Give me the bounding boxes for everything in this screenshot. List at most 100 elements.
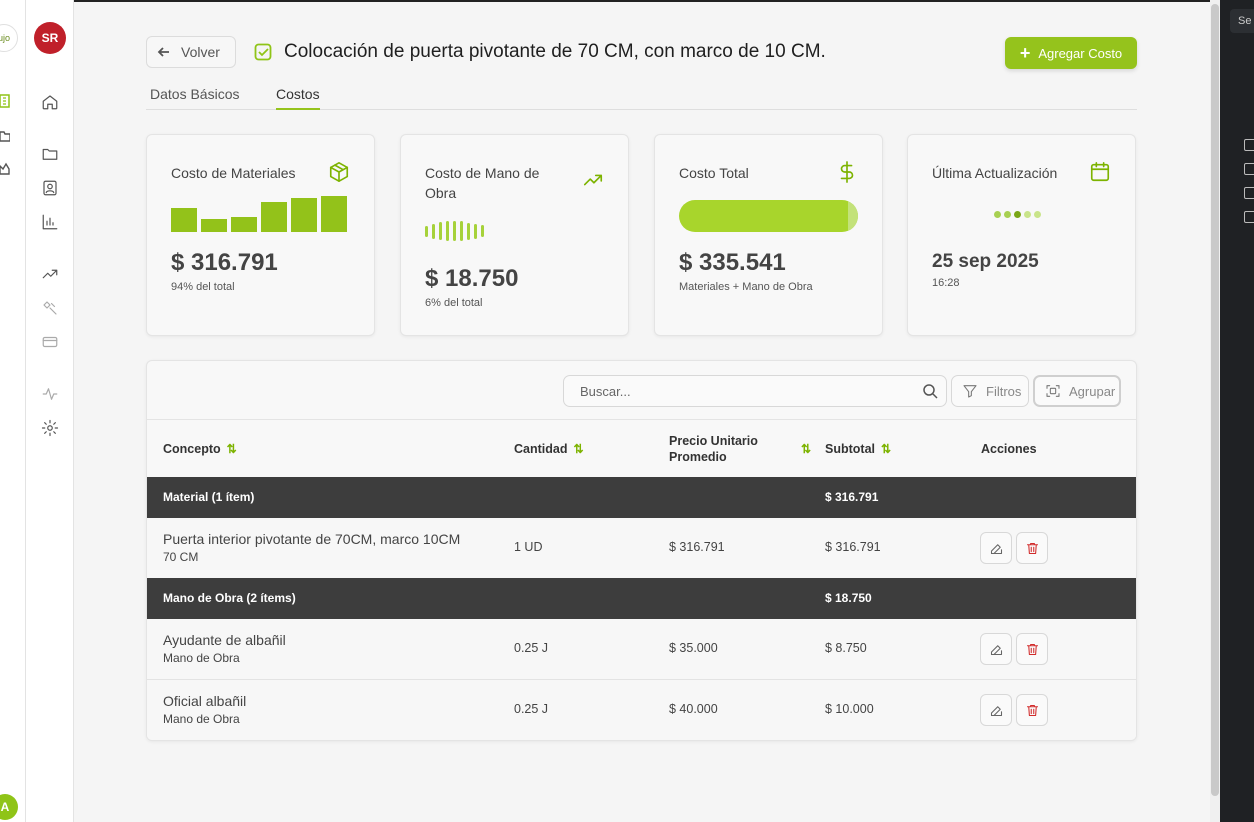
app-logo[interactable]: ujo bbox=[0, 24, 18, 52]
folder-icon[interactable] bbox=[1244, 139, 1254, 151]
folder-icon[interactable] bbox=[1244, 187, 1254, 199]
folder-icon[interactable] bbox=[0, 129, 10, 143]
sort-icon[interactable]: ⇅ bbox=[881, 442, 891, 456]
sort-precio[interactable]: ⇅ bbox=[795, 420, 811, 477]
sidebar-item-trends[interactable] bbox=[38, 262, 62, 286]
tab-datos-basicos[interactable]: Datos Básicos bbox=[150, 86, 239, 108]
row-unit-price: $ 40.000 bbox=[669, 702, 718, 716]
column-header-concepto[interactable]: Concepto ⇅ bbox=[163, 420, 237, 477]
contact-card-icon bbox=[43, 180, 57, 196]
mini-bar bbox=[321, 196, 347, 232]
vertical-scrollbar[interactable] bbox=[1210, 0, 1220, 822]
folder-icon bbox=[42, 148, 58, 160]
dollar-icon bbox=[836, 161, 858, 183]
group-subtotal: $ 18.750 bbox=[825, 591, 872, 605]
costs-table-panel: Filtros Agrupar Concepto ⇅ Cantidad ⇅ Prec… bbox=[146, 360, 1137, 741]
card-last-update: Última Actualización 25 sep 2025 16:28 bbox=[907, 134, 1136, 336]
mini-bar bbox=[201, 219, 227, 232]
sort-icon[interactable]: ⇅ bbox=[801, 442, 811, 456]
pulse-bar bbox=[474, 223, 477, 239]
activity-dot bbox=[1014, 211, 1021, 218]
back-button[interactable]: Volver bbox=[146, 36, 236, 68]
dark-search-input[interactable]: Se bbox=[1230, 9, 1254, 33]
group-title: Material (1 ítem) bbox=[163, 490, 255, 504]
edit-icon bbox=[990, 543, 1002, 554]
column-header-precio[interactable]: Precio Unitario Promedio bbox=[669, 420, 799, 477]
app-logo-text: ujo bbox=[0, 33, 10, 43]
sidebar-item-reports[interactable] bbox=[38, 210, 62, 234]
scrollbar-thumb[interactable] bbox=[1211, 4, 1219, 796]
add-cost-button[interactable]: + Agregar Costo bbox=[1005, 37, 1137, 69]
filters-button[interactable]: Filtros bbox=[951, 375, 1029, 407]
sidebar-rail: SR bbox=[26, 0, 74, 822]
sidebar-item-billing[interactable] bbox=[38, 330, 62, 354]
column-header-cantidad[interactable]: Cantidad ⇅ bbox=[514, 420, 584, 477]
sidebar-item-projects[interactable] bbox=[38, 142, 62, 166]
crown-icon[interactable] bbox=[0, 162, 10, 176]
row-unit-price: $ 35.000 bbox=[669, 641, 718, 655]
mini-bar bbox=[291, 198, 317, 232]
folder-open-icon[interactable] bbox=[1244, 211, 1254, 223]
calendar-icon bbox=[1089, 161, 1111, 183]
group-button[interactable]: Agrupar bbox=[1033, 375, 1121, 407]
group-row-mano-de-obra[interactable]: Mano de Obra (2 ítems) $ 18.750 bbox=[147, 578, 1136, 619]
group-label: Agrupar bbox=[1069, 383, 1116, 399]
row-concept: Ayudante de albañil bbox=[163, 632, 286, 648]
table-toolbar: Filtros Agrupar bbox=[147, 361, 1136, 420]
pulse-bar bbox=[481, 225, 484, 237]
user-avatar[interactable]: A bbox=[0, 794, 18, 820]
edit-button[interactable] bbox=[980, 633, 1012, 665]
sort-icon[interactable]: ⇅ bbox=[573, 442, 583, 456]
sidebar-item-home[interactable] bbox=[38, 90, 62, 114]
column-header-subtotal[interactable]: Subtotal ⇅ bbox=[825, 420, 891, 477]
search-input[interactable] bbox=[564, 376, 914, 406]
pulse-bar bbox=[460, 221, 463, 241]
table-row[interactable]: Oficial albañil Mano de Obra 0.25 J $ 40… bbox=[147, 680, 1136, 740]
row-quantity: 0.25 J bbox=[514, 702, 549, 716]
edit-button[interactable] bbox=[980, 532, 1012, 564]
total-progress-bar bbox=[679, 200, 858, 232]
edit-button[interactable] bbox=[980, 694, 1012, 726]
sort-icon[interactable]: ⇅ bbox=[227, 442, 237, 456]
column-header-acciones: Acciones bbox=[981, 420, 1037, 477]
trending-up-icon bbox=[582, 169, 604, 191]
user-avatar-sr[interactable]: SR bbox=[34, 22, 66, 54]
home-icon bbox=[42, 95, 58, 110]
far-left-rail: ujo A bbox=[0, 0, 26, 822]
folder-icon[interactable] bbox=[1244, 163, 1254, 175]
card-value: $ 18.750 bbox=[425, 265, 519, 292]
delete-button[interactable] bbox=[1016, 633, 1048, 665]
group-icon bbox=[1046, 385, 1060, 397]
card-value: 25 sep 2025 bbox=[932, 251, 1039, 272]
card-sub: 16:28 bbox=[932, 277, 960, 289]
card-materials-cost: Costo de Materiales $ 316.791 94% del to… bbox=[146, 134, 375, 336]
group-row-material[interactable]: Material (1 ítem) $ 316.791 bbox=[147, 477, 1136, 518]
sidebar-item-activity[interactable] bbox=[38, 382, 62, 406]
tab-costos[interactable]: Costos bbox=[276, 86, 320, 110]
row-subtotal: $ 316.791 bbox=[825, 540, 881, 554]
activity-dot bbox=[1024, 211, 1031, 218]
card-value: $ 335.541 bbox=[679, 249, 786, 276]
column-label: Precio Unitario Promedio bbox=[669, 433, 758, 464]
sidebar-item-contacts[interactable] bbox=[38, 176, 62, 200]
arrow-left-icon bbox=[157, 47, 169, 57]
table-row[interactable]: Puerta interior pivotante de 70CM, marco… bbox=[147, 518, 1136, 579]
filters-label: Filtros bbox=[986, 383, 1022, 399]
table-row[interactable]: Ayudante de albañil Mano de Obra 0.25 J … bbox=[147, 619, 1136, 680]
pulse-bar bbox=[446, 221, 449, 241]
filter-icon bbox=[963, 385, 977, 398]
sidebar-item-settings[interactable] bbox=[38, 416, 62, 440]
trash-icon bbox=[1026, 704, 1038, 716]
delete-button[interactable] bbox=[1016, 694, 1048, 726]
building-icon[interactable] bbox=[0, 94, 10, 108]
row-unit-price: $ 316.791 bbox=[669, 540, 725, 554]
avatar-initials: SR bbox=[41, 31, 59, 45]
add-cost-label: Agregar Costo bbox=[1038, 45, 1123, 61]
activity-dot bbox=[994, 211, 1001, 218]
sidebar-item-tools[interactable] bbox=[38, 296, 62, 320]
card-label: Última Actualización bbox=[932, 165, 1058, 181]
trash-icon bbox=[1026, 643, 1038, 655]
search-icon[interactable] bbox=[922, 383, 938, 399]
delete-button[interactable] bbox=[1016, 532, 1048, 564]
card-sub: 94% del total bbox=[171, 281, 235, 293]
